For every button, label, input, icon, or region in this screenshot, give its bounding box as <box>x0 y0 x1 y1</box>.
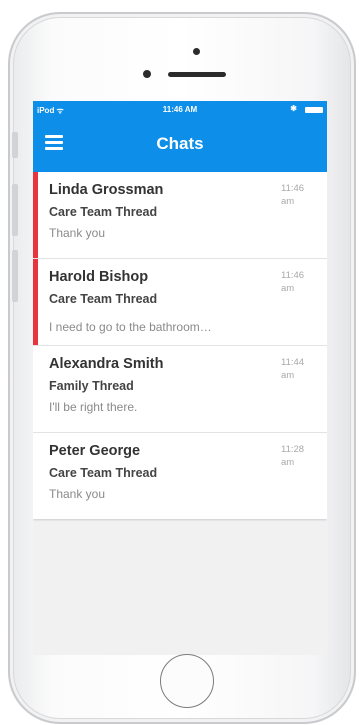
chat-time: 11:44 <box>281 357 305 368</box>
chat-preview: Thank you <box>49 487 106 501</box>
battery-icon <box>305 107 323 113</box>
chat-thread: Care Team Thread <box>49 292 158 306</box>
volume-up-button <box>12 184 18 236</box>
chat-name: Harold Bishop <box>49 269 149 285</box>
chat-item-peter-george[interactable]: Peter George Care Team Thread Thank you … <box>33 433 327 519</box>
status-bar: iPod ᯤ 11:46 AM ✱ <box>33 101 327 119</box>
chat-thread: Care Team Thread <box>49 466 158 480</box>
chat-preview: I need to go to the bathroom… <box>49 320 212 334</box>
home-button[interactable] <box>160 654 214 708</box>
front-camera <box>193 48 200 55</box>
chat-timestamp: 11:44 am <box>281 356 321 382</box>
chat-item-linda-grossman[interactable]: Linda Grossman Care Team Thread Thank yo… <box>33 172 327 259</box>
nav-bar: Chats <box>33 119 327 172</box>
chat-preview: I'll be right there. <box>49 400 138 414</box>
chat-timestamp: 11:46 am <box>281 269 321 295</box>
chat-timestamp: 11:28 am <box>281 443 321 469</box>
chat-preview: Thank you <box>49 226 106 240</box>
chat-thread: Care Team Thread <box>49 205 158 219</box>
chat-item-harold-bishop[interactable]: Harold Bishop Care Team Thread I need to… <box>33 259 327 346</box>
chat-time: 11:28 <box>281 444 305 455</box>
chat-item-alexandra-smith[interactable]: Alexandra Smith Family Thread I'll be ri… <box>33 346 327 433</box>
chat-time: 11:46 <box>281 183 305 194</box>
chat-name: Alexandra Smith <box>49 356 164 372</box>
bluetooth-icon: ✱ <box>290 104 297 113</box>
page-title: Chats <box>156 134 204 153</box>
chat-name: Linda Grossman <box>49 182 164 198</box>
chat-list: Linda Grossman Care Team Thread Thank yo… <box>33 172 327 519</box>
chat-ampm: am <box>281 370 295 381</box>
chat-timestamp: 11:46 am <box>281 182 321 208</box>
screen: iPod ᯤ 11:46 AM ✱ Chats Linda Grossman C… <box>33 101 327 655</box>
chat-ampm: am <box>281 457 295 468</box>
chat-ampm: am <box>281 196 295 207</box>
volume-down-button <box>12 250 18 302</box>
phone-frame: iPod ᯤ 11:46 AM ✱ Chats Linda Grossman C… <box>8 12 356 724</box>
chat-thread: Family Thread <box>49 379 134 393</box>
status-time: 11:46 AM <box>162 105 198 114</box>
earpiece-speaker <box>168 72 226 77</box>
chat-name: Peter George <box>49 443 141 459</box>
proximity-sensor <box>143 70 151 78</box>
chat-time: 11:46 <box>281 270 305 281</box>
chat-ampm: am <box>281 283 295 294</box>
mute-switch <box>12 132 18 158</box>
